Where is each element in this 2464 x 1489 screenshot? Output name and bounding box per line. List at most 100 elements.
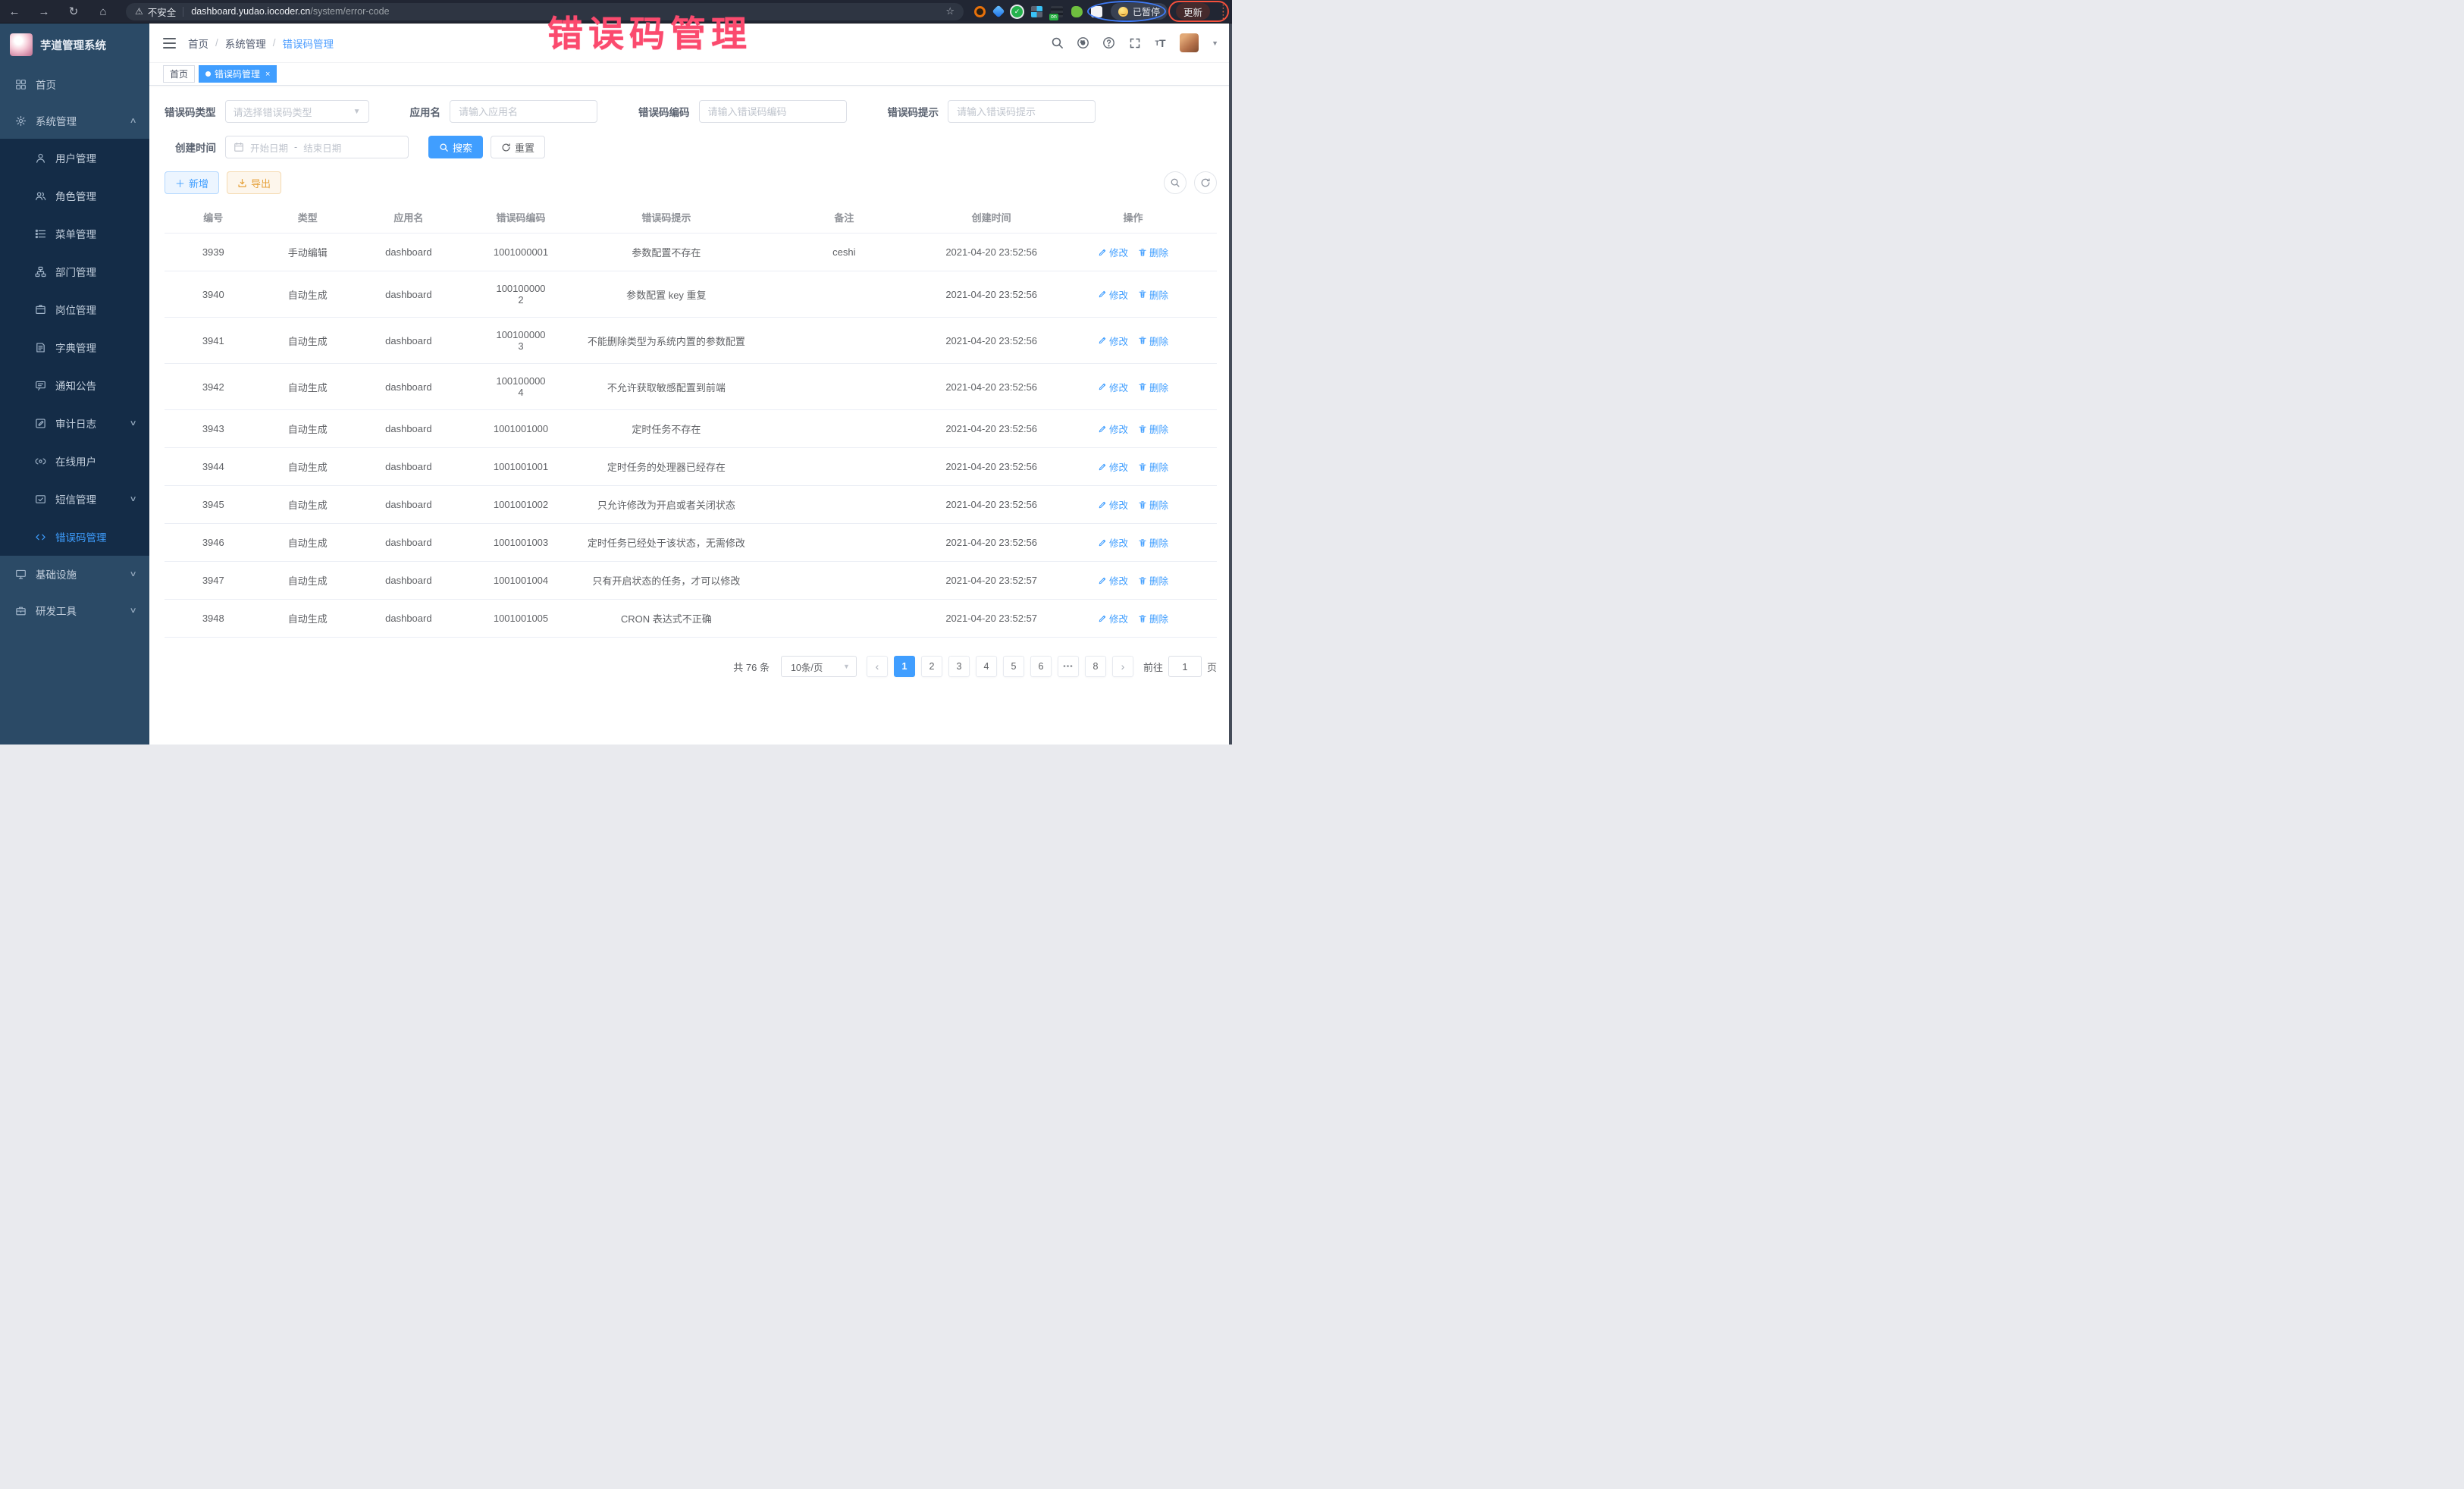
sidebar-item-系统管理[interactable]: 系统管理∧ [0, 102, 149, 139]
search-icon [439, 143, 449, 152]
browser-back-icon[interactable]: ← [8, 5, 21, 18]
gear-icon [15, 114, 27, 127]
sidebar-item-通知公告[interactable]: 通知公告 [0, 366, 149, 404]
next-page-button[interactable]: › [1112, 656, 1133, 677]
tag-首页[interactable]: 首页 [163, 65, 195, 83]
sidebar-item-角色管理[interactable]: 角色管理 [0, 177, 149, 215]
dict-book-icon [35, 341, 47, 353]
cell-app: dashboard [353, 271, 464, 318]
sidebar-item-字典管理[interactable]: 字典管理 [0, 328, 149, 366]
edit-link[interactable]: 修改 [1098, 287, 1128, 302]
edit-link[interactable]: 修改 [1098, 422, 1128, 436]
app-logo[interactable]: 芋道管理系统 [0, 24, 149, 66]
date-range-picker[interactable]: 开始日期 - 结束日期 [225, 136, 409, 158]
sidebar-item-菜单管理[interactable]: 菜单管理 [0, 215, 149, 252]
extension-gem-icon[interactable] [992, 5, 1005, 18]
sidebar-item-研发工具[interactable]: 研发工具∨ [0, 592, 149, 629]
reset-button[interactable]: 重置 [491, 136, 545, 158]
extension-leaf-icon[interactable] [1071, 6, 1083, 17]
export-button[interactable]: 导出 [227, 171, 281, 194]
audit-log-icon [35, 417, 47, 429]
refresh-table-button[interactable] [1194, 171, 1217, 194]
breadcrumb-item[interactable]: 首页 [188, 36, 208, 51]
page-button-2[interactable]: 2 [921, 656, 942, 677]
bookmark-star-icon[interactable]: ☆ [945, 5, 955, 17]
browser-update-button[interactable]: 更新 [1176, 3, 1210, 20]
cell-app: dashboard [353, 600, 464, 638]
fullscreen-icon[interactable] [1128, 36, 1141, 49]
extension-squares-icon[interactable] [1031, 6, 1042, 17]
goto-input[interactable] [1168, 656, 1202, 677]
browser-reload-icon[interactable]: ↻ [67, 5, 80, 18]
sidebar-item-用户管理[interactable]: 用户管理 [0, 139, 149, 177]
search-button[interactable]: 搜索 [428, 136, 483, 158]
extension-orange-icon[interactable] [974, 6, 986, 17]
delete-link[interactable]: 删除 [1138, 287, 1168, 302]
app-input[interactable] [450, 100, 597, 123]
github-icon[interactable] [1077, 36, 1089, 49]
sidebar-item-基础设施[interactable]: 基础设施∨ [0, 556, 149, 592]
sidebar-item-审计日志[interactable]: 审计日志∨ [0, 404, 149, 442]
tag-错误码管理[interactable]: 错误码管理× [199, 65, 277, 83]
table-row: 3941自动生成dashboard100100000 3不能删除类型为系统内置的… [165, 318, 1217, 364]
type-select[interactable]: 请选择错误码类型 ▼ [225, 100, 369, 123]
edit-link[interactable]: 修改 [1098, 334, 1128, 348]
delete-link[interactable]: 删除 [1138, 459, 1168, 474]
delete-link[interactable]: 删除 [1138, 334, 1168, 348]
sidebar-item-短信管理[interactable]: 短信管理∨ [0, 480, 149, 518]
extensions-puzzle-icon[interactable] [1091, 6, 1102, 17]
page-button-6[interactable]: 6 [1030, 656, 1052, 677]
range-separator: - [294, 142, 297, 152]
page-size-select[interactable]: 10条/页 ▼ [781, 656, 857, 677]
edit-link[interactable]: 修改 [1098, 573, 1128, 588]
font-size-icon[interactable]: TT [1154, 36, 1167, 49]
delete-link[interactable]: 删除 [1138, 535, 1168, 550]
extension-on-badge-icon[interactable]: on [1051, 6, 1063, 17]
scrollbar[interactable] [1229, 24, 1232, 744]
address-bar[interactable]: ⚠ 不安全 dashboard.yudao.iocoder.cn /system… [126, 3, 964, 20]
browser-forward-icon[interactable]: → [37, 5, 51, 18]
sidebar-item-错误码管理[interactable]: 错误码管理 [0, 518, 149, 556]
edit-link[interactable]: 修改 [1098, 535, 1128, 550]
delete-link[interactable]: 删除 [1138, 422, 1168, 436]
edit-link[interactable]: 修改 [1098, 459, 1128, 474]
search-icon[interactable] [1051, 36, 1064, 49]
delete-link[interactable]: 删除 [1138, 380, 1168, 394]
add-button[interactable]: ＋ 新增 [165, 171, 219, 194]
edit-link[interactable]: 修改 [1098, 380, 1128, 394]
browser-menu-icon[interactable]: ⋮⋮ [1218, 5, 1224, 18]
avatar-caret-icon[interactable]: ▼ [1212, 39, 1218, 47]
page-button-4[interactable]: 4 [976, 656, 997, 677]
sidebar-item-label: 基础设施 [36, 566, 77, 581]
edit-link[interactable]: 修改 [1098, 497, 1128, 512]
prev-page-button[interactable]: ‹ [867, 656, 888, 677]
sidebar-item-岗位管理[interactable]: 岗位管理 [0, 290, 149, 328]
sidebar-item-首页[interactable]: 首页 [0, 66, 149, 102]
sidebar-item-部门管理[interactable]: 部门管理 [0, 252, 149, 290]
page-button-1[interactable]: 1 [894, 656, 915, 677]
sidebar-item-在线用户[interactable]: 在线用户 [0, 442, 149, 480]
edit-link[interactable]: 修改 [1098, 245, 1128, 259]
user-avatar[interactable] [1180, 33, 1199, 52]
delete-link[interactable]: 删除 [1138, 497, 1168, 512]
page-button-8[interactable]: 8 [1085, 656, 1106, 677]
delete-link[interactable]: 删除 [1138, 573, 1168, 588]
hamburger-icon[interactable] [163, 38, 176, 49]
delete-link[interactable]: 删除 [1138, 611, 1168, 625]
page-button-5[interactable]: 5 [1003, 656, 1024, 677]
type-label: 错误码类型 [165, 104, 216, 119]
browser-home-icon[interactable]: ⌂ [96, 5, 110, 18]
code-input[interactable] [699, 100, 847, 123]
paused-extension-chip[interactable]: 已暂停 [1111, 3, 1168, 20]
hint-input[interactable] [948, 100, 1096, 123]
show-search-button[interactable] [1164, 171, 1187, 194]
help-icon[interactable] [1102, 36, 1115, 49]
close-icon[interactable]: × [265, 70, 270, 79]
page-button-3[interactable]: 3 [948, 656, 970, 677]
more-pages-button[interactable]: ••• [1058, 656, 1079, 677]
extension-check-icon[interactable]: ✓ [1011, 6, 1023, 17]
delete-link[interactable]: 删除 [1138, 245, 1168, 259]
sidebar-submenu: 用户管理角色管理菜单管理部门管理岗位管理字典管理通知公告审计日志∨在线用户短信管… [0, 139, 149, 556]
edit-link[interactable]: 修改 [1098, 611, 1128, 625]
breadcrumb-item[interactable]: 系统管理 [225, 36, 266, 51]
